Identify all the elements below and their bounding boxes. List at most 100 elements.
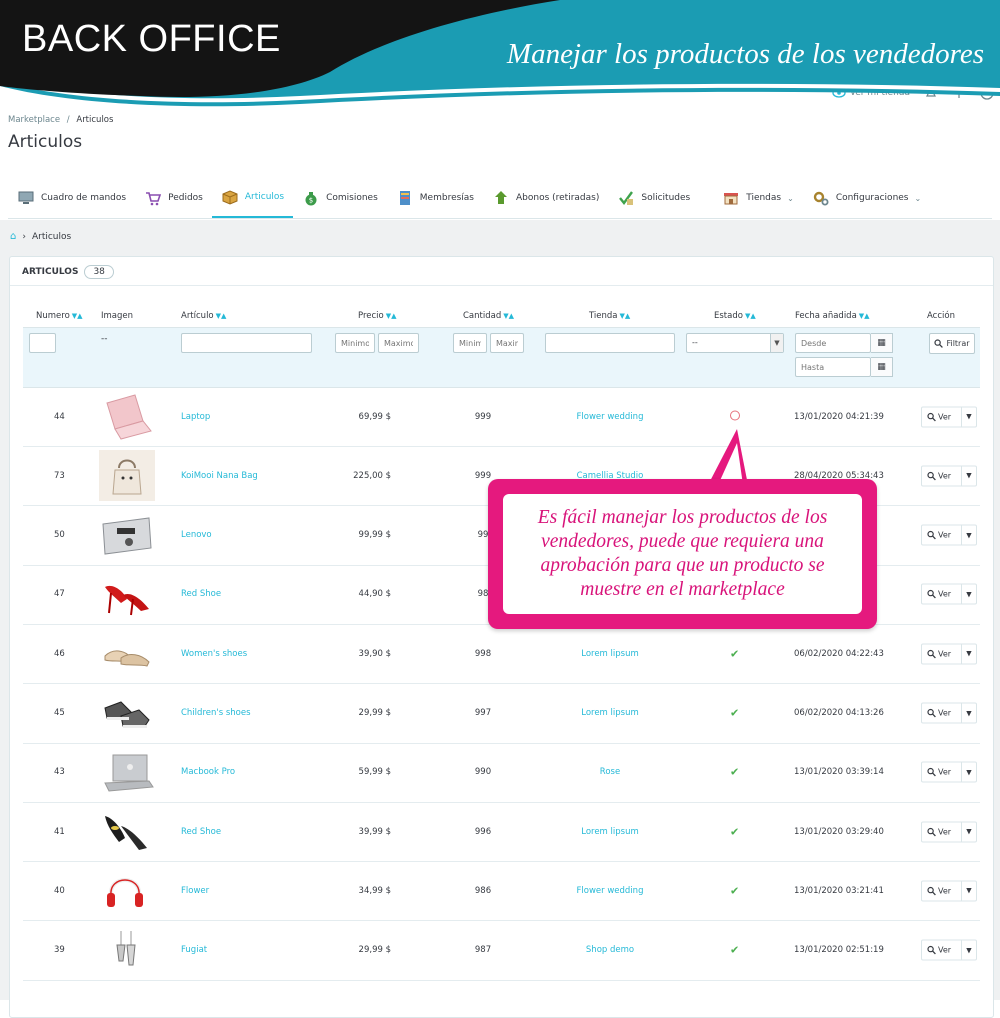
view-button-main[interactable]: Ver	[922, 703, 962, 723]
product-name-link[interactable]: Fugiat	[181, 945, 207, 955]
zoom-icon	[927, 530, 936, 540]
view-button-main[interactable]: Ver	[922, 644, 962, 664]
sort-arrows-icon[interactable]: ▼▲	[503, 312, 514, 320]
chevron-down-icon: ⌄	[787, 193, 794, 203]
view-button[interactable]: Ver ▼	[921, 583, 977, 605]
view-button[interactable]: Ver ▼	[921, 643, 977, 665]
breadcrumb-parent[interactable]: Marketplace	[8, 115, 60, 125]
cell-date: 13/01/2020 03:21:41	[794, 885, 884, 896]
filter-name-input[interactable]	[181, 333, 312, 353]
view-button[interactable]: Ver ▼	[921, 465, 977, 487]
filter-store-input[interactable]	[545, 333, 675, 353]
view-button-main[interactable]: Ver	[922, 407, 962, 426]
sort-arrows-icon[interactable]: ▼▲	[859, 312, 870, 320]
caret-down-icon[interactable]: ▼	[962, 413, 976, 421]
view-button[interactable]: Ver ▼	[921, 821, 977, 843]
table-row[interactable]: 40 Flower 34,99 $ 986 Flower wedding ✔ 13/01/2…	[23, 861, 980, 922]
view-button[interactable]: Ver ▼	[921, 702, 977, 724]
tab-commissions[interactable]: $ Comisiones	[293, 178, 387, 218]
tab-dashboard[interactable]: Cuadro de mandos	[8, 178, 135, 218]
table-row[interactable]: 46 Women's shoes 39,90 $ 998 Lorem lipsum ✔ 06…	[23, 624, 980, 685]
store-link[interactable]: Lorem lipsum	[550, 649, 670, 659]
view-button[interactable]: Ver ▼	[921, 880, 977, 902]
store-link[interactable]: Lorem lipsum	[550, 827, 670, 837]
caret-down-icon[interactable]: ▼	[962, 828, 976, 836]
calendar-icon[interactable]: ▦	[871, 357, 893, 377]
tab-settings[interactable]: Configuraciones ⌄	[803, 178, 930, 218]
tab-memberships[interactable]: Membresías	[387, 178, 483, 218]
product-name-link[interactable]: KoiMooi Nana Bag	[181, 471, 258, 481]
caret-down-icon[interactable]: ▼	[962, 768, 976, 776]
view-button[interactable]: Ver ▼	[921, 406, 977, 427]
product-name-link[interactable]: Laptop	[181, 412, 210, 422]
caret-down-icon[interactable]: ▼	[962, 590, 976, 598]
view-button-main[interactable]: Ver	[922, 525, 962, 545]
caret-down-icon[interactable]: ▼	[962, 709, 976, 717]
filter-qty-max[interactable]	[490, 333, 524, 353]
zoom-icon	[927, 590, 936, 599]
table-row[interactable]: 41 Red Shoe 39,99 $ 996 Lorem lipsum ✔ 13/01/2…	[23, 802, 980, 863]
product-name-link[interactable]: Red Shoe	[181, 589, 221, 599]
view-button-main[interactable]: Ver	[922, 584, 962, 604]
tab-label: Solicitudes	[641, 193, 691, 203]
view-button-label: Ver	[938, 471, 952, 481]
sort-arrows-icon[interactable]: ▼▲	[386, 312, 397, 320]
filter-button[interactable]: Filtrar	[929, 333, 975, 354]
view-button[interactable]: Ver ▼	[921, 939, 977, 961]
product-name-link[interactable]: Women's shoes	[181, 649, 247, 659]
col-precio[interactable]: Precio ▼▲	[358, 311, 397, 321]
table-row[interactable]: 45 Children's shoes 29,99 $ 997 Lorem lipsum…	[23, 684, 980, 744]
tab-orders[interactable]: Pedidos	[135, 178, 212, 218]
caret-down-icon[interactable]: ▼	[962, 650, 976, 658]
table-row[interactable]: 39 Fugiat 29,99 $ 987 Shop demo ✔ 13/01/2020 0…	[23, 921, 980, 981]
product-name-link[interactable]: Lenovo	[181, 530, 212, 540]
filter-date-from[interactable]	[795, 333, 871, 353]
product-name-link[interactable]: Children's shoes	[181, 708, 251, 718]
tab-withdrawals[interactable]: Abonos (retiradas)	[483, 178, 608, 218]
caret-down-icon[interactable]: ▼	[962, 531, 976, 539]
col-tienda[interactable]: Tienda ▼▲	[589, 311, 630, 321]
table-row[interactable]: 44 Laptop 69,99 $ 999 Flower wedding 13/01/20…	[23, 387, 980, 447]
store-link[interactable]: Lorem lipsum	[550, 708, 670, 718]
sort-arrows-icon[interactable]: ▼▲	[72, 312, 83, 320]
filter-date-to[interactable]	[795, 357, 871, 377]
filter-qty-min[interactable]	[453, 333, 487, 353]
col-fecha[interactable]: Fecha añadida ▼▲	[795, 311, 870, 321]
sort-arrows-icon[interactable]: ▼▲	[745, 312, 756, 320]
col-estado[interactable]: Estado ▼▲	[714, 311, 756, 321]
sort-arrows-icon[interactable]: ▼▲	[216, 312, 227, 320]
store-link[interactable]: Rose	[550, 767, 670, 777]
col-articulo[interactable]: Artículo ▼▲	[181, 311, 226, 321]
filter-id-input[interactable]	[29, 333, 56, 353]
store-link[interactable]: Flower wedding	[550, 886, 670, 896]
cell-price: 39,90 $	[358, 648, 391, 659]
tab-stores[interactable]: Tiendas ⌄	[713, 178, 803, 218]
filter-price-min[interactable]	[335, 333, 375, 353]
store-link[interactable]: Flower wedding	[550, 412, 670, 422]
status-indicator: ✔	[730, 707, 739, 720]
table-row[interactable]: 43 Macbook Pro 59,99 $ 990 Rose ✔ 13/01/2020 0…	[23, 743, 980, 803]
filter-price-max[interactable]	[378, 333, 419, 353]
filter-status-select[interactable]: -- ▼	[686, 333, 784, 353]
view-button-main[interactable]: Ver	[922, 762, 962, 782]
tab-requests[interactable]: Solicitudes	[608, 178, 699, 218]
product-name-link[interactable]: Macbook Pro	[181, 767, 235, 777]
caret-down-icon[interactable]: ▼	[962, 946, 976, 954]
caret-down-icon[interactable]: ▼	[962, 887, 976, 895]
view-button-main[interactable]: Ver	[922, 881, 962, 901]
product-name-link[interactable]: Red Shoe	[181, 827, 221, 837]
sort-arrows-icon[interactable]: ▼▲	[620, 312, 631, 320]
caret-down-icon[interactable]: ▼	[962, 472, 976, 480]
store-link[interactable]: Shop demo	[550, 945, 670, 955]
home-icon[interactable]: ⌂	[10, 231, 16, 242]
view-button[interactable]: Ver ▼	[921, 524, 977, 546]
view-button-main[interactable]: Ver	[922, 940, 962, 960]
view-button-main[interactable]: Ver	[922, 822, 962, 842]
product-name-link[interactable]: Flower	[181, 886, 209, 896]
col-numero[interactable]: Numero ▼▲	[36, 311, 83, 321]
tab-articles[interactable]: Articulos	[211, 178, 294, 218]
view-button[interactable]: Ver ▼	[921, 761, 977, 783]
col-cantidad[interactable]: Cantidad ▼▲	[463, 311, 514, 321]
calendar-icon[interactable]: ▦	[871, 333, 893, 353]
view-button-main[interactable]: Ver	[922, 466, 962, 486]
